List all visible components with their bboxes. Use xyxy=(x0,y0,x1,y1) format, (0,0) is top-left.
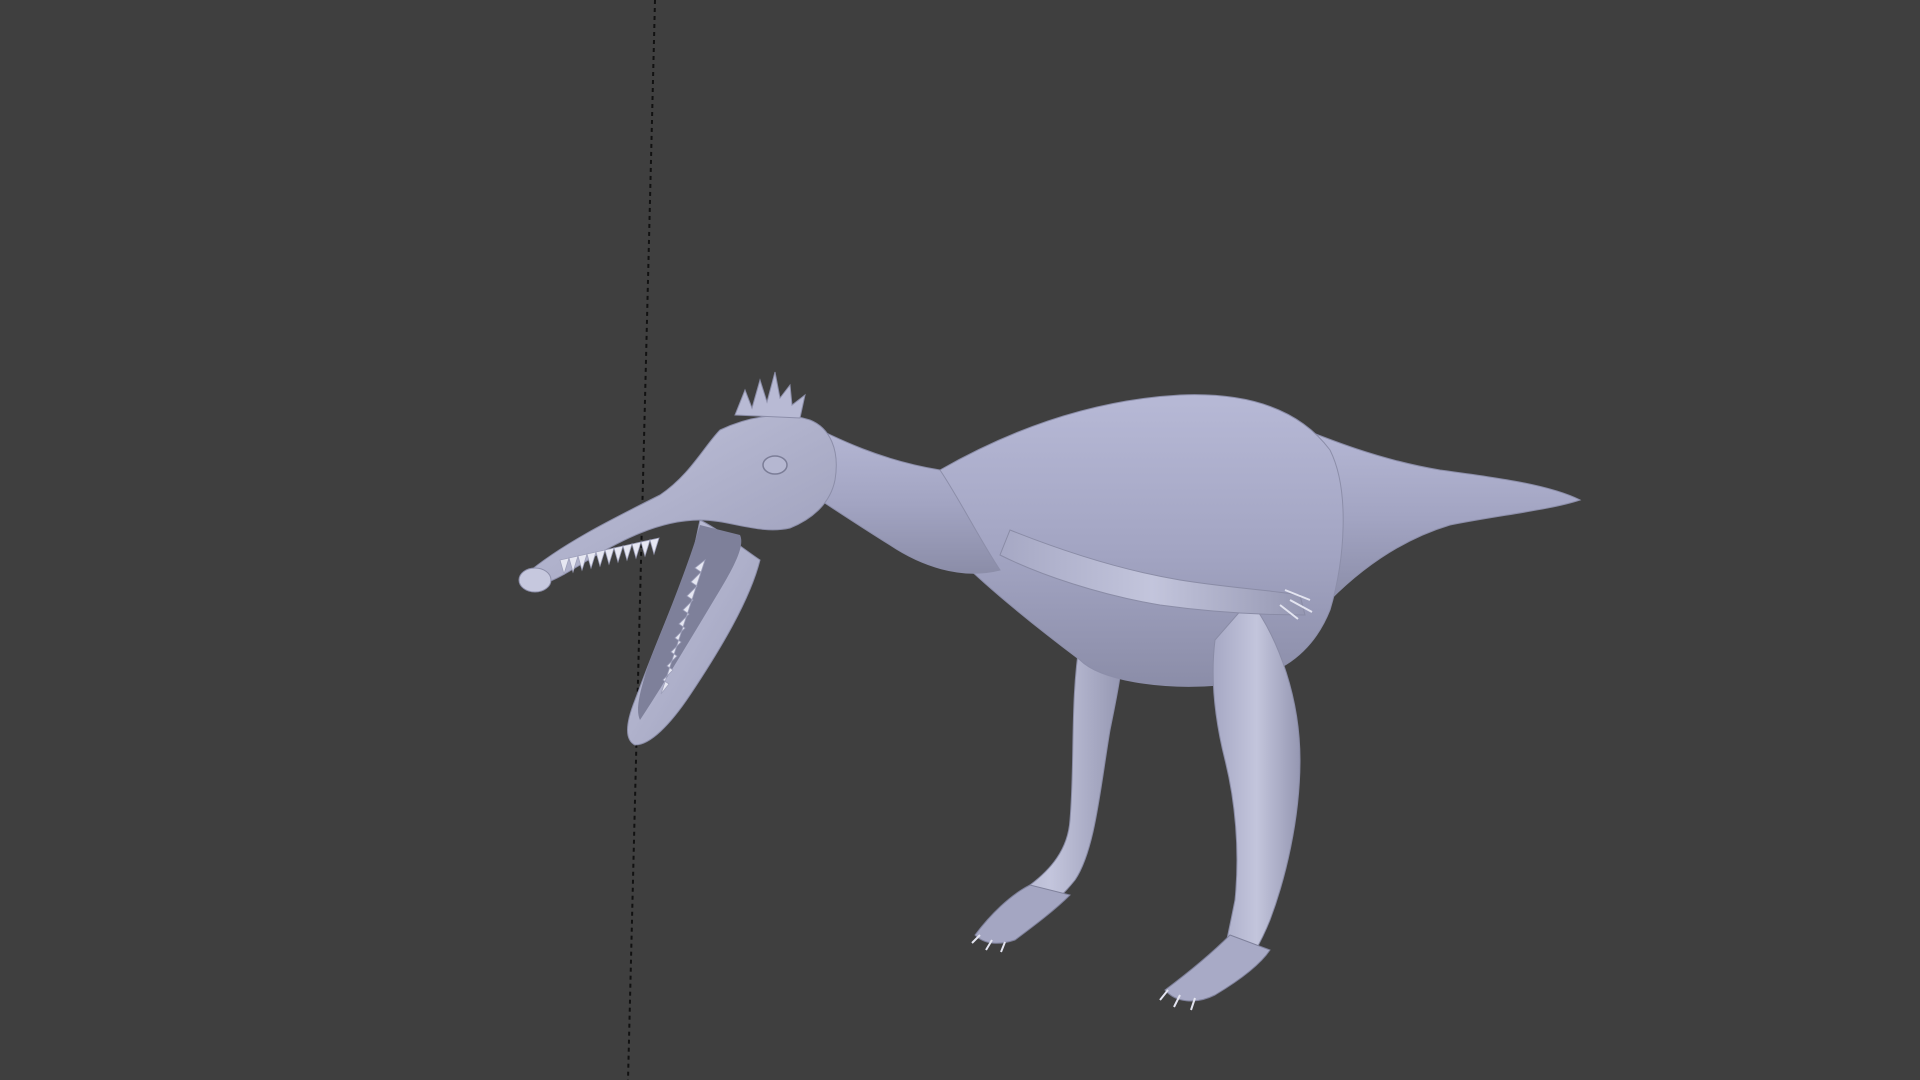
dinosaur-model[interactable] xyxy=(518,371,1582,1011)
snout-tip xyxy=(518,567,552,593)
head-crest-spikes xyxy=(734,371,806,419)
eye xyxy=(762,455,788,475)
body-torso xyxy=(929,394,1344,687)
hind-foot-front xyxy=(1164,934,1271,1002)
3d-viewport[interactable] xyxy=(0,0,1920,1080)
hind-foot-back xyxy=(974,884,1071,944)
viewport-scene[interactable] xyxy=(0,0,1920,1080)
